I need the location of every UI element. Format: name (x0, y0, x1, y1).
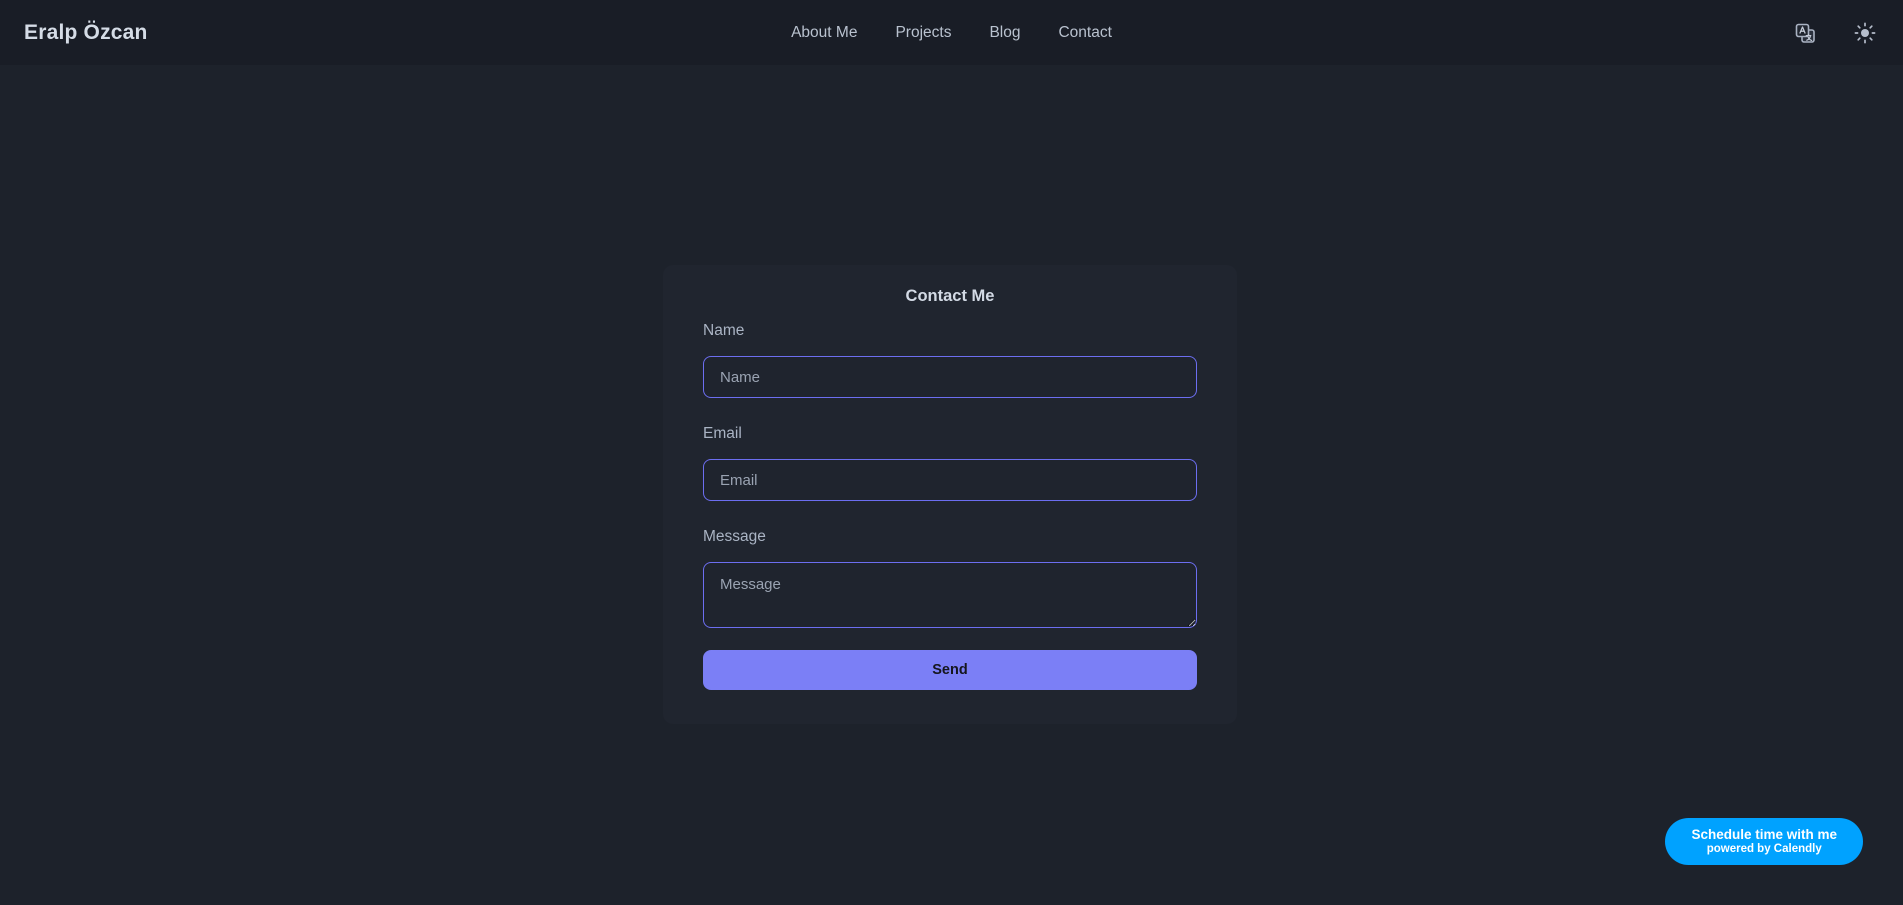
nav-item-blog[interactable]: Blog (989, 24, 1020, 42)
nav-item-about-me[interactable]: About Me (791, 24, 857, 42)
calendly-schedule-badge[interactable]: Schedule time with me powered by Calendl… (1665, 818, 1863, 865)
label-name: Name (703, 322, 1197, 340)
translate-icon (1794, 22, 1816, 44)
nav-link-contact[interactable]: Contact (1058, 24, 1111, 41)
label-message: Message (703, 528, 1197, 546)
nav-link-about-me[interactable]: About Me (791, 24, 857, 41)
nav-link-blog[interactable]: Blog (989, 24, 1020, 41)
nav-item-contact[interactable]: Contact (1058, 24, 1111, 42)
brand-logo[interactable]: Eralp Özcan (24, 21, 148, 45)
label-email: Email (703, 425, 1197, 443)
contact-form-card: Contact Me Name Email Message Send (663, 265, 1237, 724)
page-title: Contact Me (703, 287, 1197, 306)
nav-link-projects[interactable]: Projects (895, 24, 951, 41)
sun-icon (1854, 22, 1876, 44)
main-navigation: About Me Projects Blog Contact (791, 24, 1112, 42)
spacer (703, 398, 1197, 425)
calendly-badge-subtitle: powered by Calendly (1691, 843, 1837, 856)
spacer (703, 501, 1197, 528)
site-header: Eralp Özcan About Me Projects Blog Conta… (0, 0, 1903, 65)
theme-toggle-button[interactable] (1853, 21, 1877, 45)
message-textarea[interactable] (703, 562, 1197, 628)
email-input[interactable] (703, 459, 1197, 501)
send-button[interactable]: Send (703, 650, 1197, 690)
main-content: Contact Me Name Email Message Send Sched… (0, 65, 1903, 905)
calendly-badge-title: Schedule time with me (1691, 827, 1837, 843)
name-input[interactable] (703, 356, 1197, 398)
header-actions (1793, 21, 1877, 45)
nav-item-projects[interactable]: Projects (895, 24, 951, 42)
language-toggle-button[interactable] (1793, 21, 1817, 45)
